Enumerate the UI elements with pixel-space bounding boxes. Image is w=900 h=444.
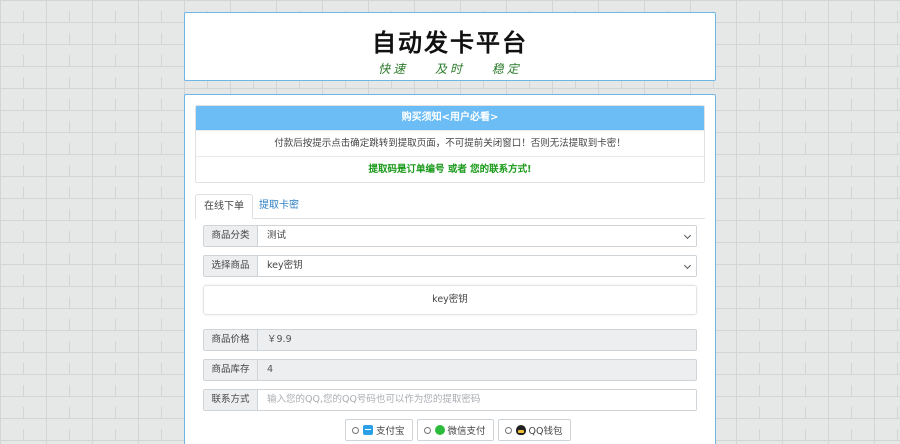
order-panel: 购买须知<用户必看> 付款后按提示点击确定跳转到提取页面，不可提前关闭窗口！否则… — [184, 94, 716, 444]
tab-online-order[interactable]: 在线下单 — [195, 194, 253, 219]
price-label: 商品价格 — [204, 330, 258, 350]
radio-icon[interactable] — [352, 426, 359, 434]
stock-field: 商品库存 4 — [203, 359, 697, 381]
site-header: 自动发卡平台 快速 及时 稳定 — [184, 12, 716, 81]
price-value: ￥9.9 — [258, 330, 696, 350]
contact-input[interactable]: 输入您的QQ,您的QQ号码也可以作为您的提取密码 — [258, 390, 696, 410]
stock-label: 商品库存 — [204, 360, 258, 380]
category-label: 商品分类 — [204, 226, 258, 246]
product-value[interactable]: key密钥 — [258, 256, 696, 276]
product-label: 选择商品 — [204, 256, 258, 276]
pay-option-alipay[interactable]: 支付宝 — [345, 419, 413, 441]
contact-label: 联系方式 — [204, 390, 258, 410]
wechat-icon — [434, 425, 445, 435]
qq-label: QQ钱包 — [528, 426, 563, 437]
category-select[interactable]: 商品分类 测试 — [203, 225, 697, 247]
category-selected: 测试 — [267, 230, 287, 241]
pay-option-wechat[interactable]: 微信支付 — [416, 419, 494, 441]
chevron-down-icon — [683, 231, 692, 240]
radio-icon[interactable] — [423, 426, 431, 434]
product-select[interactable]: 选择商品 key密钥 — [203, 255, 697, 277]
order-tabs: 在线下单 提取卡密 — [195, 194, 705, 219]
alipay-icon — [363, 425, 373, 435]
product-selected: key密钥 — [267, 260, 303, 271]
payment-options: 支付宝 微信支付 QQ钱包 — [345, 419, 571, 441]
contact-field[interactable]: 联系方式 输入您的QQ,您的QQ号码也可以作为您的提取密码 — [203, 389, 697, 411]
notice-warning: 付款后按提示点击确定跳转到提取页面，不可提前关闭窗口！否则无法提取到卡密！ — [196, 130, 704, 156]
purchase-notice: 购买须知<用户必看> 付款后按提示点击确定跳转到提取页面，不可提前关闭窗口！否则… — [195, 105, 705, 183]
price-field: 商品价格 ￥9.9 — [203, 329, 697, 351]
alipay-label: 支付宝 — [376, 426, 405, 437]
stock-value: 4 — [258, 360, 696, 380]
radio-icon[interactable] — [504, 426, 512, 434]
product-description: key密钥 — [203, 285, 697, 315]
site-slogan: 快速 及时 稳定 — [378, 62, 522, 76]
notice-hint: 提取码是订单编号 或者 您的联系方式! — [196, 156, 704, 182]
qq-icon — [515, 425, 526, 435]
category-value[interactable]: 测试 — [258, 226, 696, 246]
site-title: 自动发卡平台 — [372, 29, 528, 57]
tab-retrieve-card[interactable]: 提取卡密 — [251, 194, 307, 219]
chevron-down-icon — [683, 261, 692, 270]
wechat-label: 微信支付 — [447, 426, 486, 437]
pay-option-qq[interactable]: QQ钱包 — [497, 419, 571, 441]
notice-heading: 购买须知<用户必看> — [196, 106, 704, 130]
